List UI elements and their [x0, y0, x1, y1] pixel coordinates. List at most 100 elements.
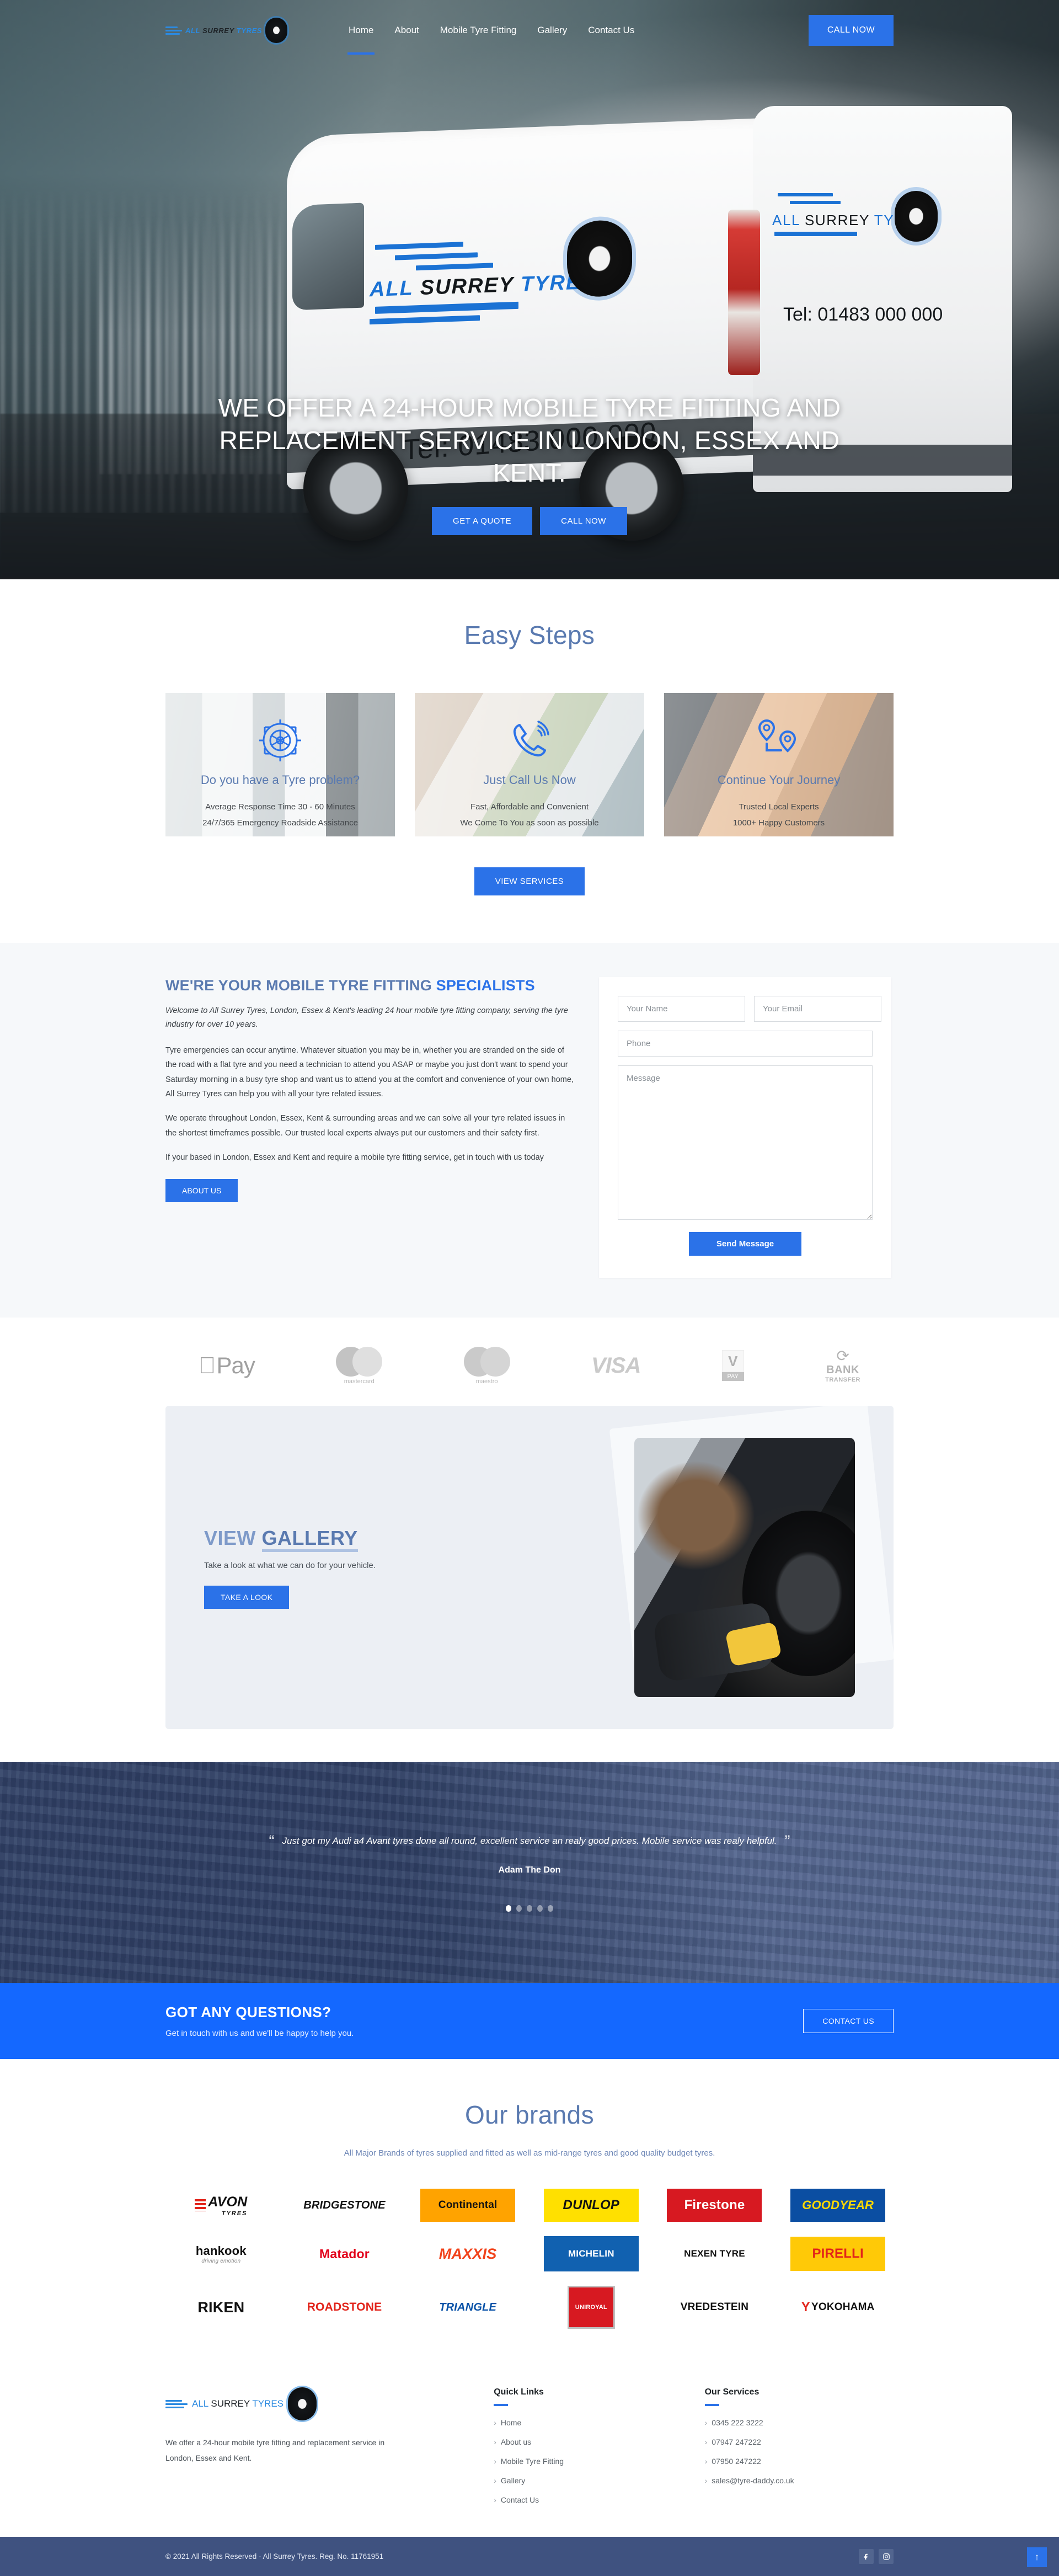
brand-logo-maxxis[interactable]: MAXXIS: [415, 2237, 520, 2270]
nav-item-contact-us[interactable]: Contact Us: [587, 22, 635, 39]
facebook-icon[interactable]: [859, 2549, 874, 2564]
step-card-tyre-problem[interactable]: Do you have a Tyre problem? Average Resp…: [165, 693, 395, 836]
van-logo-all: ALL: [370, 276, 414, 302]
footer-link-contact-us[interactable]: › Contact Us: [494, 2495, 682, 2504]
brand-logo-nexen[interactable]: NEXEN TYRE: [662, 2237, 767, 2270]
brand-logo-goodyear[interactable]: GOODYEAR: [790, 2189, 886, 2222]
copyright-text: © 2021 All Rights Reserved - All Surrey …: [165, 2552, 384, 2561]
primary-navigation: Home About Mobile Tyre Fitting Gallery C…: [347, 22, 809, 55]
quote-open-icon: “: [269, 1832, 275, 1850]
brands-logo-grid: AVON TYRES BRIDGESTONE Continental DUNLO…: [165, 2189, 894, 2329]
brand-logo-roadstone[interactable]: ROADSTONE: [292, 2291, 397, 2324]
van-window: [292, 202, 364, 311]
brand-logo-riken[interactable]: RIKEN: [169, 2291, 274, 2324]
brand-logo-continental[interactable]: Continental: [420, 2189, 516, 2222]
about-paragraph-2: We operate throughout London, Essex, Ken…: [165, 1114, 565, 1138]
quote-close-icon: ”: [784, 1832, 790, 1850]
about-lead-paragraph: Welcome to All Surrey Tyres, London, Ess…: [165, 1006, 568, 1030]
carousel-dot-1[interactable]: [506, 1905, 511, 1912]
brand-logo-matador[interactable]: Matador: [292, 2237, 397, 2270]
about-paragraph-1: Tyre emergencies can occur anytime. What…: [165, 1046, 574, 1098]
avon-stripes-icon: [195, 2199, 206, 2211]
visa-icon: VISA: [591, 1346, 641, 1385]
message-textarea[interactable]: [618, 1065, 873, 1220]
footer-phone-07950[interactable]: › 07950 247222: [705, 2457, 894, 2466]
footer-services-column: Our Services › 0345 222 3222 › 07947 24722…: [704, 2387, 894, 2515]
scroll-to-top-button[interactable]: ↑: [1027, 2547, 1047, 2567]
copyright-bar: © 2021 All Rights Reserved - All Surrey …: [0, 2537, 1059, 2576]
payment-methods-section: Pay mastercard maestro VISA V: [0, 1318, 1059, 1400]
footer-phone-07947[interactable]: › 07947 247222: [705, 2438, 894, 2446]
step-card-call-us[interactable]: Just Call Us Now Fast, Affordable and Co…: [415, 693, 644, 836]
brand-name-maxxis: MAXXIS: [438, 2245, 497, 2262]
send-message-button[interactable]: Send Message: [688, 1232, 802, 1256]
brand-logo-michelin[interactable]: MICHELIN: [543, 2236, 639, 2271]
site-logo[interactable]: ALL SURREY TYRES: [165, 18, 347, 43]
footer-services-title: Our Services: [704, 2387, 760, 2397]
brands-section: Our brands All Major Brands of tyres sup…: [0, 2059, 1059, 2362]
van-rear-phone-number: Tel: 01483 000 000: [783, 304, 943, 325]
route-pin-icon: [753, 716, 804, 767]
step-card-continue-journey[interactable]: Continue Your Journey Trusted Local Expe…: [664, 693, 894, 836]
about-text-column: WE'RE YOUR MOBILE TYRE FITTING SPECIALIS…: [165, 977, 574, 1203]
testimonial-author: Adam The Don: [498, 1865, 561, 1875]
brand-logo-uniroyal[interactable]: UNIROYAL: [567, 2286, 615, 2329]
brand-logo-firestone[interactable]: Firestone: [667, 2189, 762, 2222]
take-a-look-button[interactable]: TAKE A LOOK: [204, 1585, 290, 1609]
brand-logo-avon[interactable]: AVON TYRES: [169, 2189, 274, 2222]
nav-item-gallery[interactable]: Gallery: [536, 22, 568, 39]
footer-email[interactable]: › sales@tyre-daddy.co.uk: [705, 2476, 894, 2485]
brand-name-bridgestone: BRIDGESTONE: [303, 2199, 386, 2211]
step-card-line2: 24/7/365 Emergency Roadside Assistance: [202, 818, 358, 828]
carousel-dot-2[interactable]: [516, 1905, 522, 1912]
brand-logo-pirelli[interactable]: PIRELLI: [790, 2237, 886, 2271]
about-us-button[interactable]: ABOUT US: [165, 1179, 238, 1203]
nav-item-about[interactable]: About: [393, 22, 420, 39]
questions-cta-band: GOT ANY QUESTIONS? Get in touch with us …: [0, 1983, 1059, 2059]
chevron-right-icon: ›: [494, 2438, 496, 2446]
brand-logo-dunlop[interactable]: DUNLOP: [543, 2189, 639, 2222]
step-card-line2: We Come To You as soon as possible: [460, 818, 599, 828]
bank-transfer-icon: ⟳ BANK TRANSFER: [825, 1346, 860, 1385]
footer-link-label: About us: [500, 2438, 532, 2446]
name-input[interactable]: [618, 996, 745, 1022]
footer-logo-tyre-icon: [288, 2387, 317, 2420]
carousel-dot-3[interactable]: [527, 1905, 532, 1912]
brand-logo-triangle[interactable]: TRIANGLE: [415, 2291, 520, 2324]
brand-logo-vredestein[interactable]: VREDESTEIN: [662, 2291, 767, 2324]
brand-logo-hankook[interactable]: hankook driving emotion: [169, 2237, 274, 2270]
brand-name-roadstone: ROADSTONE: [307, 2301, 382, 2313]
site-header: ALL SURREY TYRES Home About Mobile Tyre …: [0, 0, 1059, 61]
email-input[interactable]: [754, 996, 881, 1022]
brand-name-nexen: NEXEN TYRE: [684, 2248, 745, 2259]
van-rear-logo-all: ALL: [772, 212, 800, 228]
testimonial-section: “ Just got my Audi a4 Avant tyres done a…: [0, 1762, 1059, 1983]
brand-logo-bridgestone[interactable]: BRIDGESTONE: [292, 2189, 397, 2222]
social-links: [859, 2549, 894, 2564]
brand-name-pirelli: PIRELLI: [812, 2246, 864, 2261]
footer-link-gallery[interactable]: › Gallery: [494, 2476, 682, 2485]
nav-item-mobile-tyre-fitting[interactable]: Mobile Tyre Fitting: [439, 22, 518, 39]
footer-quick-links-column: Quick Links › Home › About us › Mobile Tyre…: [494, 2387, 682, 2515]
footer-logo[interactable]: ALL SURREY TYRES: [165, 2387, 472, 2420]
testimonial-quote: Just got my Audi a4 Avant tyres done all…: [282, 1835, 777, 1846]
carousel-dot-5[interactable]: [548, 1905, 553, 1912]
get-a-quote-button[interactable]: GET A QUOTE: [432, 507, 533, 535]
nav-item-home[interactable]: Home: [347, 22, 375, 55]
header-call-now-button[interactable]: CALL NOW: [808, 15, 894, 46]
carousel-dot-4[interactable]: [537, 1905, 543, 1912]
footer-link-mobile-tyre-fitting[interactable]: › Mobile Tyre Fitting: [494, 2457, 682, 2466]
view-services-button[interactable]: VIEW SERVICES: [474, 867, 585, 895]
maestro-label: maestro: [465, 1378, 498, 1385]
footer-link-about-us[interactable]: › About us: [494, 2438, 682, 2446]
brand-name-dunlop: DUNLOP: [563, 2198, 620, 2212]
footer-link-home[interactable]: › Home: [494, 2418, 682, 2427]
hero-call-now-button[interactable]: CALL NOW: [540, 507, 627, 535]
contact-us-button[interactable]: CONTACT US: [803, 2009, 894, 2033]
phone-input[interactable]: [618, 1031, 873, 1057]
instagram-icon[interactable]: [879, 2549, 894, 2564]
yokohama-mark-icon: Y: [801, 2300, 810, 2314]
brand-logo-yokohama[interactable]: Y YOKOHAMA: [785, 2291, 890, 2324]
footer-phone-0345[interactable]: › 0345 222 3222: [705, 2418, 894, 2427]
gallery-heading: VIEW GALLERY: [204, 1526, 513, 1552]
